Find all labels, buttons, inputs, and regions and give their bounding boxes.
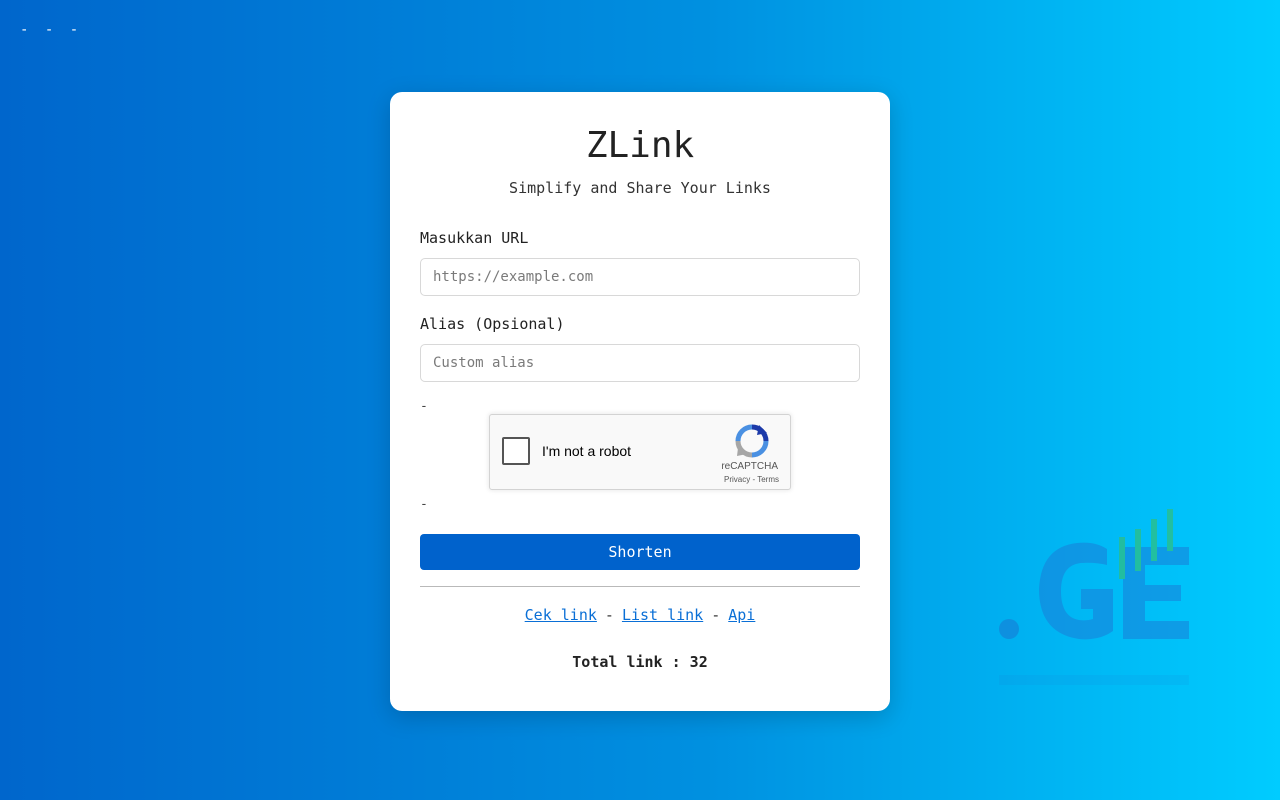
captcha-checkbox[interactable]	[502, 437, 530, 465]
captcha-brand: reCAPTCHA	[721, 461, 778, 472]
total-link-count: Total link : 32	[572, 653, 708, 671]
captcha-terms-link[interactable]: Terms	[757, 475, 779, 484]
app-title: ZLink	[585, 125, 695, 166]
divider	[420, 586, 860, 587]
alias-label: Alias (Opsional)	[420, 315, 565, 333]
recaptcha-widget: I'm not a robot reCAPTCHA Privacy - Term…	[489, 414, 791, 490]
captcha-privacy-link[interactable]: Privacy	[724, 475, 750, 484]
captcha-container: I'm not a robot reCAPTCHA Privacy - Term…	[420, 414, 860, 490]
dash-bottom: -	[420, 497, 428, 512]
shorten-button[interactable]: Shorten	[420, 534, 860, 570]
dash-top: -	[420, 399, 428, 414]
app-subtitle: Simplify and Share Your Links	[509, 179, 771, 197]
corner-dashes: - - -	[20, 22, 83, 38]
list-link-link[interactable]: List link	[622, 606, 703, 624]
api-link[interactable]: Api	[728, 606, 755, 624]
cek-link-link[interactable]: Cek link	[525, 606, 597, 624]
shortener-card: ZLink Simplify and Share Your Links Masu…	[390, 92, 890, 711]
captcha-label: I'm not a robot	[542, 443, 632, 459]
url-label: Masukkan URL	[420, 229, 529, 247]
ge-logo-watermark-icon	[999, 509, 1189, 685]
link-separator: -	[711, 606, 721, 624]
footer-links: Cek link - List link - Api	[420, 605, 860, 625]
captcha-legal: Privacy - Terms	[724, 475, 779, 484]
alias-input[interactable]	[420, 344, 860, 382]
url-input[interactable]	[420, 258, 860, 296]
link-separator: -	[604, 606, 614, 624]
recaptcha-logo-icon	[735, 424, 769, 458]
